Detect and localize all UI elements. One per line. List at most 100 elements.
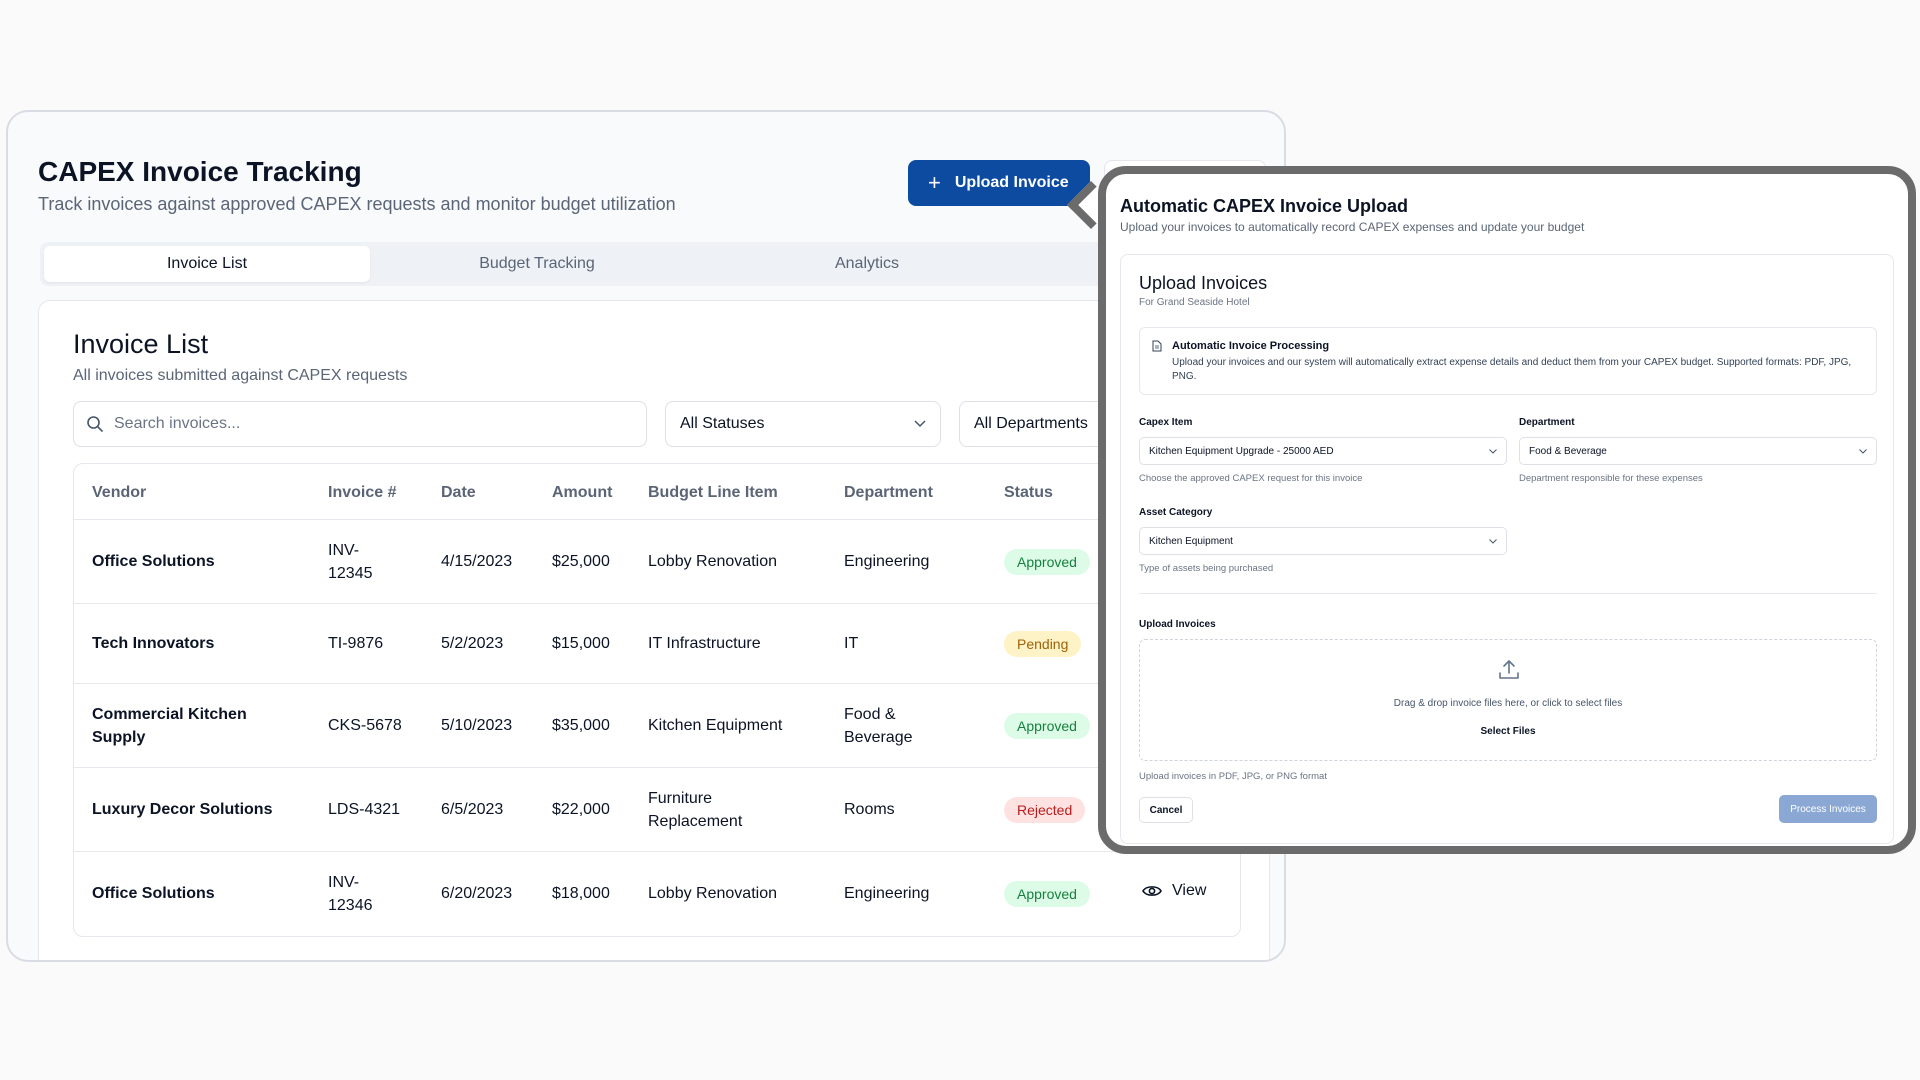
search-icon xyxy=(87,416,103,432)
status-filter-value: All Statuses xyxy=(680,415,765,432)
drop-zone-text: Drag & drop invoice files here, or click… xyxy=(1393,698,1623,709)
cancel-button[interactable]: Cancel xyxy=(1139,797,1193,823)
department-filter-value: All Departments xyxy=(974,415,1088,432)
column-header-vendor[interactable]: Vendor xyxy=(92,484,146,502)
status-badge: Rejected xyxy=(1004,797,1086,823)
invoice-list-subtitle: All invoices submitted against CAPEX req… xyxy=(73,367,408,384)
invoice-number-cell: INV-12345 xyxy=(328,542,373,582)
table-header: Vendor Invoice # Date Amount Budget Line… xyxy=(74,464,1240,520)
column-header-status[interactable]: Status xyxy=(1004,484,1053,502)
table-row[interactable]: Commercial Kitchen Supply CKS-5678 5/10/… xyxy=(74,684,1240,768)
chevron-down-icon xyxy=(1489,448,1497,454)
column-header-date[interactable]: Date xyxy=(441,484,476,502)
view-label: View xyxy=(1172,882,1207,899)
column-header-amount[interactable]: Amount xyxy=(552,484,612,502)
info-box: Automatic Invoice Processing Upload your… xyxy=(1139,327,1877,395)
table-row[interactable]: Office Solutions INV-12346 6/20/2023 $18… xyxy=(74,852,1240,936)
asset-category-hint: Type of assets being purchased xyxy=(1139,563,1274,574)
amount-cell: $15,000 xyxy=(552,635,610,652)
department-select[interactable]: Food & Beverage xyxy=(1519,437,1877,465)
line-item-cell: Lobby Renovation xyxy=(648,553,777,570)
line-item-cell: Lobby Renovation xyxy=(648,885,777,902)
tab-budget-tracking[interactable]: Budget Tracking xyxy=(374,246,700,282)
table-row[interactable]: Tech Innovators TI-9876 5/2/2023 $15,000… xyxy=(74,604,1240,684)
invoice-list-title: Invoice List xyxy=(73,329,209,359)
upload-modal-callout: Automatic CAPEX Invoice Upload Upload yo… xyxy=(1098,166,1916,854)
date-cell: 6/5/2023 xyxy=(441,801,504,818)
status-badge: Approved xyxy=(1004,713,1090,739)
asset-category-value: Kitchen Equipment xyxy=(1149,535,1233,547)
amount-cell: $22,000 xyxy=(552,801,610,818)
upload-invoices-label: Upload Invoices xyxy=(1139,619,1216,630)
amount-cell: $25,000 xyxy=(552,553,610,570)
table-row[interactable]: Luxury Decor Solutions LDS-4321 6/5/2023… xyxy=(74,768,1240,852)
department-label: Department xyxy=(1519,417,1575,428)
status-badge: Approved xyxy=(1004,549,1090,575)
vendor-cell: Luxury Decor Solutions xyxy=(92,801,273,818)
page-title: CAPEX Invoice Tracking xyxy=(38,156,362,187)
department-cell: Engineering xyxy=(844,885,930,902)
date-cell: 4/15/2023 xyxy=(441,553,513,570)
upload-icon xyxy=(1499,660,1519,679)
info-title: Automatic Invoice Processing xyxy=(1172,340,1330,352)
vendor-cell: Tech Innovators xyxy=(92,635,215,652)
date-cell: 5/2/2023 xyxy=(441,635,504,652)
vendor-cell: Office Solutions xyxy=(92,553,215,570)
eye-icon xyxy=(1142,886,1162,896)
department-cell: Rooms xyxy=(844,801,895,818)
invoice-number-cell: LDS-4321 xyxy=(328,801,401,818)
invoice-number-cell: CKS-5678 xyxy=(328,717,402,734)
upload-card-title: Upload Invoices xyxy=(1139,273,1268,293)
table-row[interactable]: Office Solutions INV-12345 4/15/2023 $25… xyxy=(74,520,1240,604)
plus-icon: + xyxy=(928,170,941,195)
capex-item-select[interactable]: Kitchen Equipment Upgrade - 25000 AED xyxy=(1139,437,1507,465)
tab-analytics[interactable]: Analytics xyxy=(704,246,1030,282)
line-item-cell: Kitchen Equipment xyxy=(648,717,783,734)
column-header-invoice[interactable]: Invoice # xyxy=(328,484,396,502)
app-window: CAPEX Invoice Tracking Track invoices ag… xyxy=(6,110,1286,962)
department-cell: Food & Beverage xyxy=(844,706,913,746)
divider xyxy=(1139,593,1877,594)
asset-category-select[interactable]: Kitchen Equipment xyxy=(1139,527,1507,555)
line-item-cell: Furniture Replacement xyxy=(648,790,743,830)
document-icon xyxy=(1152,340,1162,352)
modal-subtitle: Upload your invoices to automatically re… xyxy=(1120,220,1585,234)
info-body: Upload your invoices and our system will… xyxy=(1172,357,1852,382)
vendor-cell: Commercial Kitchen Supply xyxy=(92,706,247,746)
upload-card: Upload Invoices For Grand Seaside Hotel … xyxy=(1120,254,1894,844)
amount-cell: $35,000 xyxy=(552,717,610,734)
upload-invoice-button[interactable]: + Upload Invoice xyxy=(908,160,1090,206)
invoice-number-cell: INV-12346 xyxy=(328,874,373,914)
process-invoices-button[interactable]: Process Invoices xyxy=(1779,795,1877,823)
date-cell: 6/20/2023 xyxy=(441,885,513,902)
capex-item-value: Kitchen Equipment Upgrade - 25000 AED xyxy=(1149,445,1334,457)
page-subtitle: Track invoices against approved CAPEX re… xyxy=(38,194,676,214)
search-box xyxy=(73,401,647,447)
line-item-cell: IT Infrastructure xyxy=(648,635,761,652)
select-files-button[interactable]: Select Files xyxy=(1140,726,1876,737)
date-cell: 5/10/2023 xyxy=(441,717,513,734)
amount-cell: $18,000 xyxy=(552,885,610,902)
capex-item-hint: Choose the approved CAPEX request for th… xyxy=(1139,473,1363,484)
asset-category-label: Asset Category xyxy=(1139,507,1213,518)
capex-item-label: Capex Item xyxy=(1139,417,1193,428)
modal-title: Automatic CAPEX Invoice Upload xyxy=(1120,196,1409,216)
department-cell: Engineering xyxy=(844,553,930,570)
column-header-department[interactable]: Department xyxy=(844,484,933,502)
status-filter-select[interactable]: All Statuses xyxy=(665,401,941,447)
status-badge: Pending xyxy=(1004,631,1082,657)
department-value: Food & Beverage xyxy=(1529,445,1607,457)
department-hint: Department responsible for these expense… xyxy=(1519,473,1703,484)
file-drop-zone[interactable]: Drag & drop invoice files here, or click… xyxy=(1139,639,1877,761)
vendor-cell: Office Solutions xyxy=(92,885,215,902)
invoice-number-cell: TI-9876 xyxy=(328,635,384,652)
status-badge: Approved xyxy=(1004,881,1090,907)
view-invoice-button[interactable]: View xyxy=(1142,882,1206,900)
invoice-table: Vendor Invoice # Date Amount Budget Line… xyxy=(73,463,1241,937)
chevron-down-icon xyxy=(1859,448,1867,454)
invoice-list-card: Invoice List All invoices submitted agai… xyxy=(38,300,1270,960)
chevron-down-icon xyxy=(914,420,926,428)
column-header-line-item[interactable]: Budget Line Item xyxy=(648,484,778,502)
tab-invoice-list[interactable]: Invoice List xyxy=(44,246,370,282)
search-input[interactable] xyxy=(114,415,594,433)
